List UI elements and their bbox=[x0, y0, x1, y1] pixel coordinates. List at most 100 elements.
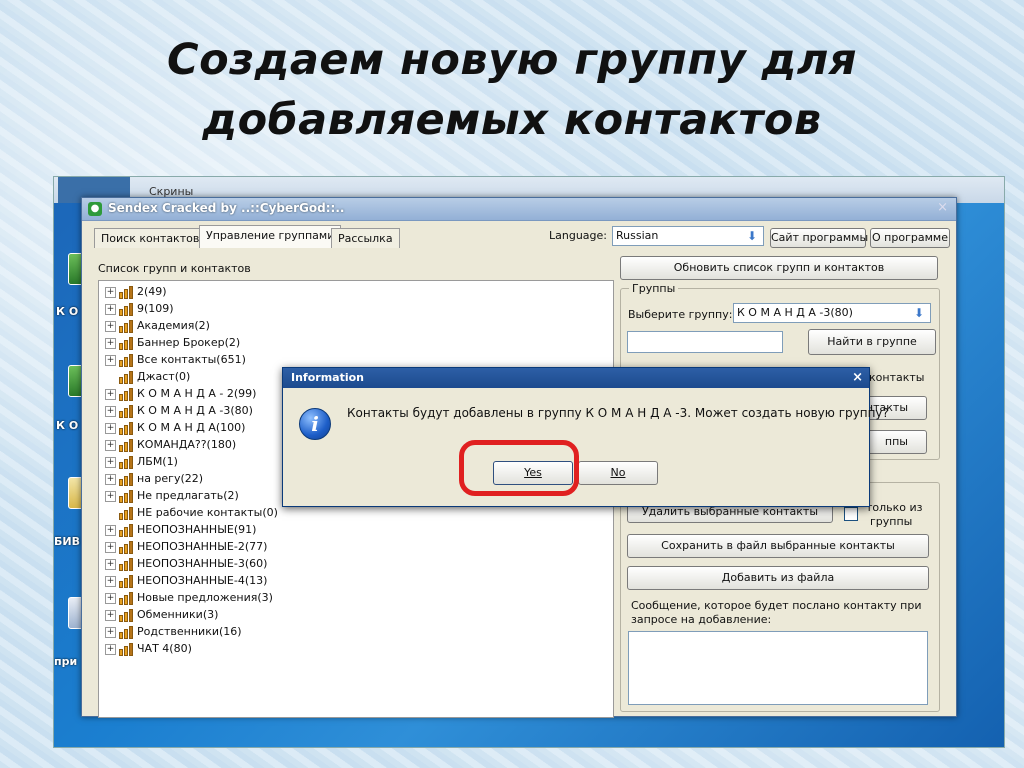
expand-icon[interactable]: + bbox=[105, 439, 116, 451]
tree-item-label: Не предлагать(2) bbox=[137, 489, 239, 502]
tree-item[interactable]: + К О М А Н Д А - 2(99) bbox=[105, 385, 256, 402]
tree-item[interactable]: + Все контакты(651) bbox=[105, 351, 246, 368]
group-bars-icon bbox=[119, 540, 133, 554]
tree-item[interactable]: +9(109) bbox=[105, 300, 174, 317]
tree-item-label: К О М А Н Д А -3(80) bbox=[137, 404, 253, 417]
tree-item[interactable]: + НЕОПОЗНАННЫЕ-2(77) bbox=[105, 538, 267, 555]
refresh-groups-button[interactable]: Обновить список групп и контактов bbox=[620, 256, 938, 280]
tree-item[interactable]: + ЧАТ 4(80) bbox=[105, 640, 192, 657]
tree-item[interactable]: + НЕОПОЗНАННЫЕ(91) bbox=[105, 521, 256, 538]
expand-icon[interactable]: + bbox=[105, 609, 116, 621]
tree-item-label: Новые предложения(3) bbox=[137, 591, 273, 604]
slide-title: Создаем новую группу для добавляемых кон… bbox=[0, 30, 1024, 150]
tree-item-label: К О М А Н Д А(100) bbox=[137, 421, 246, 434]
tab-group-management[interactable]: Управление группами bbox=[199, 225, 342, 248]
tree-item-label: Обменники(3) bbox=[137, 608, 219, 621]
expand-icon[interactable]: + bbox=[105, 575, 116, 587]
group-bars-icon bbox=[119, 387, 133, 401]
group-bars-icon bbox=[119, 608, 133, 622]
tree-connector-icon bbox=[105, 372, 116, 383]
expand-icon[interactable]: + bbox=[105, 388, 116, 400]
expand-icon[interactable]: + bbox=[105, 456, 116, 468]
tree-item[interactable]: + ЛБМ(1) bbox=[105, 453, 178, 470]
slide-title-line1: Создаем новую группу для bbox=[167, 35, 857, 85]
desktop-icon-label: К О bbox=[56, 419, 79, 432]
dialog-title: Information bbox=[291, 371, 364, 384]
expand-icon[interactable]: + bbox=[105, 286, 116, 298]
chat-bubble-icon: ● bbox=[88, 202, 102, 216]
expand-icon[interactable]: + bbox=[105, 490, 116, 502]
window-titlebar[interactable]: ● Sendex Cracked by ..::CyberGod::.. × bbox=[82, 198, 956, 221]
group-bars-icon bbox=[119, 574, 133, 588]
tree-item[interactable]: +2(49) bbox=[105, 283, 167, 300]
group-bars-icon bbox=[119, 421, 133, 435]
expand-icon[interactable]: + bbox=[105, 354, 116, 366]
tree-item-label: Баннер Брокер(2) bbox=[137, 336, 241, 349]
expand-icon[interactable]: + bbox=[105, 541, 116, 553]
group-bars-icon bbox=[119, 353, 133, 367]
tree-item[interactable]: + КОМАНДА??(180) bbox=[105, 436, 236, 453]
message-label-line2: запросе на добавление: bbox=[631, 613, 772, 626]
no-button[interactable]: No bbox=[578, 461, 658, 485]
tree-item[interactable]: + К О М А Н Д А -3(80) bbox=[105, 402, 253, 419]
expand-icon[interactable]: + bbox=[105, 626, 116, 638]
save-selected-button[interactable]: Сохранить в файл выбранные контакты bbox=[627, 534, 929, 558]
about-button[interactable]: О программе bbox=[870, 228, 950, 248]
tree-item-label: Все контакты(651) bbox=[137, 353, 246, 366]
expand-icon[interactable]: + bbox=[105, 405, 116, 417]
only-from-groups-checkbox[interactable] bbox=[844, 507, 858, 521]
expand-icon[interactable]: + bbox=[105, 473, 116, 485]
group-bars-icon bbox=[119, 455, 133, 469]
dialog-titlebar[interactable]: Information × bbox=[283, 368, 869, 388]
tree-item[interactable]: + НЕОПОЗНАННЫЕ-4(13) bbox=[105, 572, 267, 589]
group-search-input[interactable] bbox=[627, 331, 783, 353]
expand-icon[interactable]: + bbox=[105, 422, 116, 434]
add-from-file-button[interactable]: Добавить из файла bbox=[627, 566, 929, 590]
group-bars-icon bbox=[119, 404, 133, 418]
tree-item[interactable]: + на регу(22) bbox=[105, 470, 203, 487]
group-bars-icon bbox=[119, 370, 133, 384]
tree-item[interactable]: + Не предлагать(2) bbox=[105, 487, 239, 504]
only-from-groups-label-2: группы bbox=[870, 515, 913, 528]
add-message-textarea[interactable] bbox=[628, 631, 928, 705]
no-button-label: No bbox=[610, 466, 626, 479]
tree-item-label: НЕОПОЗНАННЫЕ-2(77) bbox=[137, 540, 268, 553]
dialog-message: Контакты будут добавлены в группу К О М … bbox=[347, 406, 889, 420]
find-in-group-button[interactable]: Найти в группе bbox=[808, 329, 936, 355]
tree-item[interactable]: + Обменники(3) bbox=[105, 606, 218, 623]
expand-icon[interactable]: + bbox=[105, 592, 116, 604]
group-select[interactable]: К О М А Н Д А -3(80) ⬇ bbox=[733, 303, 931, 323]
group-bars-icon bbox=[119, 438, 133, 452]
expand-icon[interactable]: + bbox=[105, 303, 116, 315]
tree-item[interactable]: Джаст(0) bbox=[105, 368, 190, 385]
language-select[interactable]: Russian ⬇ bbox=[612, 226, 764, 246]
expand-icon[interactable]: + bbox=[105, 524, 116, 536]
group-bars-icon bbox=[119, 591, 133, 605]
expand-icon[interactable]: + bbox=[105, 643, 116, 655]
close-icon[interactable]: × bbox=[852, 370, 863, 385]
tab-search-contacts[interactable]: Поиск контактов bbox=[94, 228, 207, 248]
language-label: Language: bbox=[549, 229, 607, 242]
groups-contacts-label: Список групп и контактов bbox=[98, 262, 251, 275]
tree-item[interactable]: + Родственники(16) bbox=[105, 623, 242, 640]
close-icon[interactable]: × bbox=[937, 200, 948, 215]
group-bars-icon bbox=[119, 489, 133, 503]
group-bars-icon bbox=[119, 557, 133, 571]
tree-item[interactable]: + К О М А Н Д А(100) bbox=[105, 419, 245, 436]
tree-item[interactable]: НЕ рабочие контакты(0) bbox=[105, 504, 278, 521]
tree-item[interactable]: + Академия(2) bbox=[105, 317, 210, 334]
expand-icon[interactable]: + bbox=[105, 337, 116, 349]
group-bars-icon bbox=[119, 642, 133, 656]
window-title: Sendex Cracked by ..::CyberGod::.. bbox=[108, 201, 345, 215]
tab-mailing[interactable]: Рассылка bbox=[331, 228, 400, 248]
expand-icon[interactable]: + bbox=[105, 558, 116, 570]
group-select-value: К О М А Н Д А -3(80) bbox=[737, 306, 853, 319]
tree-item[interactable]: + НЕОПОЗНАННЫЕ-3(60) bbox=[105, 555, 267, 572]
tree-item[interactable]: + Баннер Брокер(2) bbox=[105, 334, 240, 351]
site-button[interactable]: Сайт программы bbox=[770, 228, 868, 248]
expand-icon[interactable]: + bbox=[105, 320, 116, 332]
message-label-line1: Сообщение, которое будет послано контакт… bbox=[631, 599, 922, 612]
language-value: Russian bbox=[616, 229, 659, 242]
tree-item[interactable]: + Новые предложения(3) bbox=[105, 589, 273, 606]
yes-button-highlight bbox=[459, 440, 579, 496]
